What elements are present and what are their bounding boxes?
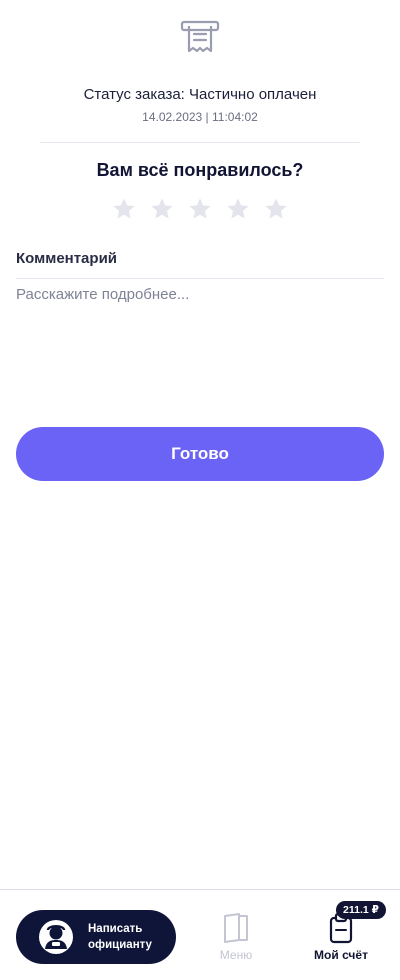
comment-input[interactable]: [16, 286, 384, 396]
star-icon[interactable]: [187, 196, 213, 222]
call-waiter-button[interactable]: Написать официанту: [16, 910, 176, 964]
divider: [40, 142, 360, 143]
star-icon[interactable]: [149, 196, 175, 222]
star-icon[interactable]: [225, 196, 251, 222]
tab-menu-label: Меню: [219, 948, 253, 962]
call-waiter-label: Написать официанту: [88, 923, 152, 951]
star-icon[interactable]: [263, 196, 289, 222]
comment-label: Комментарий: [16, 250, 118, 267]
rating-stars: [111, 196, 289, 222]
bottom-navigation: Написать официанту Меню 211.1 ₽ Мой счёт: [0, 889, 400, 980]
order-status: Статус заказа: Частично оплачен: [83, 86, 317, 103]
waiter-avatar-icon: [39, 920, 73, 954]
receipt-icon: [180, 20, 220, 53]
tab-menu[interactable]: Меню: [210, 912, 262, 962]
menu-book-icon: [224, 913, 248, 943]
order-datetime: 14.02.2023 | 11:04:02: [142, 110, 258, 124]
done-button[interactable]: Готово: [16, 427, 384, 481]
comment-divider: [16, 278, 384, 279]
star-icon[interactable]: [111, 196, 137, 222]
tab-my-bill[interactable]: 211.1 ₽ Мой счёт: [306, 901, 386, 962]
tab-my-bill-label: Мой счёт: [314, 948, 368, 962]
rating-question: Вам всё понравилось?: [96, 160, 304, 180]
bill-amount-badge: 211.1 ₽: [336, 901, 386, 919]
